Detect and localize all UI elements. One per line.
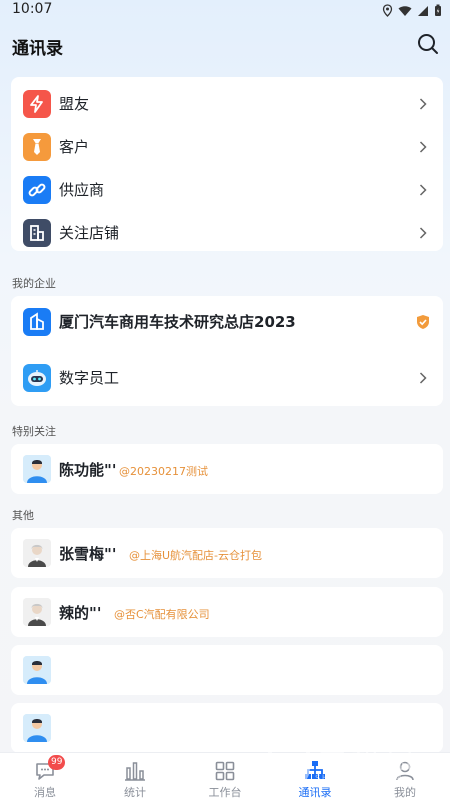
avatar — [23, 656, 51, 684]
link-icon — [23, 175, 51, 204]
menu-item-followed-stores[interactable]: 关注店铺 — [11, 211, 443, 254]
section-label-others: 其他 — [12, 509, 34, 522]
contact-name: 辣的"' — [59, 604, 102, 622]
contact-name: 张雪梅"' — [59, 545, 117, 563]
contact-card[interactable]: 陈功能"' @20230217测试 — [11, 444, 443, 494]
mouse-logo-icon — [268, 731, 310, 789]
chevron-right-icon — [419, 371, 427, 384]
necktie-icon — [23, 132, 51, 161]
avatar — [23, 598, 51, 626]
section-label-special-follow: 特别关注 — [12, 425, 56, 438]
unread-badge: 99 — [48, 755, 66, 770]
tab-workbench[interactable]: 工作台 — [180, 753, 270, 800]
bar-chart-icon — [125, 762, 145, 781]
search-icon — [418, 34, 438, 54]
menu-item-suppliers[interactable]: 供应商 — [11, 168, 443, 211]
my-company-card: 厦门汽车商用车技术研究总店2023 数字员工 — [11, 296, 443, 406]
menu-item-label: 客户 — [59, 138, 90, 156]
avatar — [23, 455, 51, 483]
menu-item-label: 供应商 — [59, 181, 105, 199]
contact-card[interactable] — [11, 645, 443, 695]
section-label-my-company: 我的企业 — [12, 277, 56, 290]
contact-company: @否C汽配有限公司 — [114, 608, 210, 621]
contact-name: 陈功能"' — [59, 461, 117, 479]
company-row[interactable]: 厦门汽车商用车技术研究总店2023 — [11, 300, 443, 343]
header: 通讯录 — [0, 22, 450, 66]
tab-messages[interactable]: 99 消息 — [0, 753, 90, 800]
chevron-right-icon — [419, 97, 427, 110]
avatar — [23, 539, 51, 567]
menu-item-label: 关注店铺 — [59, 224, 120, 242]
contact-company: @上海U航汽配店-云仓打包 — [129, 549, 263, 562]
watermark-subtext: SHOUJISHU.COM — [315, 774, 403, 784]
chevron-right-icon — [419, 226, 427, 239]
digital-staff-row[interactable]: 数字员工 — [11, 356, 443, 399]
contact-card[interactable]: 张雪梅"' @上海U航汽配店-云仓打包 — [11, 528, 443, 578]
status-icons — [382, 2, 442, 21]
search-button[interactable] — [416, 32, 440, 56]
avatar — [23, 714, 51, 742]
battery-icon — [434, 2, 442, 21]
company-name: 厦门汽车商用车技术研究总店2023 — [59, 313, 296, 331]
tab-label: 工作台 — [208, 786, 242, 799]
lightning-icon — [23, 89, 51, 118]
menu-item-label: 盟友 — [59, 95, 90, 113]
chevron-right-icon — [419, 183, 427, 196]
watermark: 手机鼠 SHOUJISHU.COM — [265, 728, 445, 798]
tab-statistics[interactable]: 统计 — [90, 753, 180, 800]
store-icon — [23, 218, 51, 247]
status-bar: 10:07 — [0, 0, 450, 20]
menu-item-allies[interactable]: 盟友 — [11, 82, 443, 125]
tab-label: 统计 — [124, 786, 146, 799]
contacts-menu-card: 盟友 客户 供应商 关注店铺 — [11, 77, 443, 251]
tab-label: 消息 — [34, 786, 56, 799]
company-building-icon — [23, 307, 51, 336]
signal-icon — [417, 2, 429, 21]
chevron-right-icon — [419, 140, 427, 153]
grid-icon — [215, 761, 235, 781]
wifi-icon — [398, 2, 412, 21]
verified-shield-icon — [417, 314, 429, 329]
watermark-text: 手机鼠 — [317, 742, 419, 777]
robot-icon — [23, 363, 51, 392]
contact-card[interactable]: 辣的"' @否C汽配有限公司 — [11, 587, 443, 637]
page-title: 通讯录 — [12, 39, 63, 59]
menu-item-label: 数字员工 — [59, 369, 120, 387]
status-time: 10:07 — [12, 1, 53, 17]
menu-item-customers[interactable]: 客户 — [11, 125, 443, 168]
location-icon — [382, 2, 393, 21]
contact-company: @20230217测试 — [119, 465, 208, 478]
